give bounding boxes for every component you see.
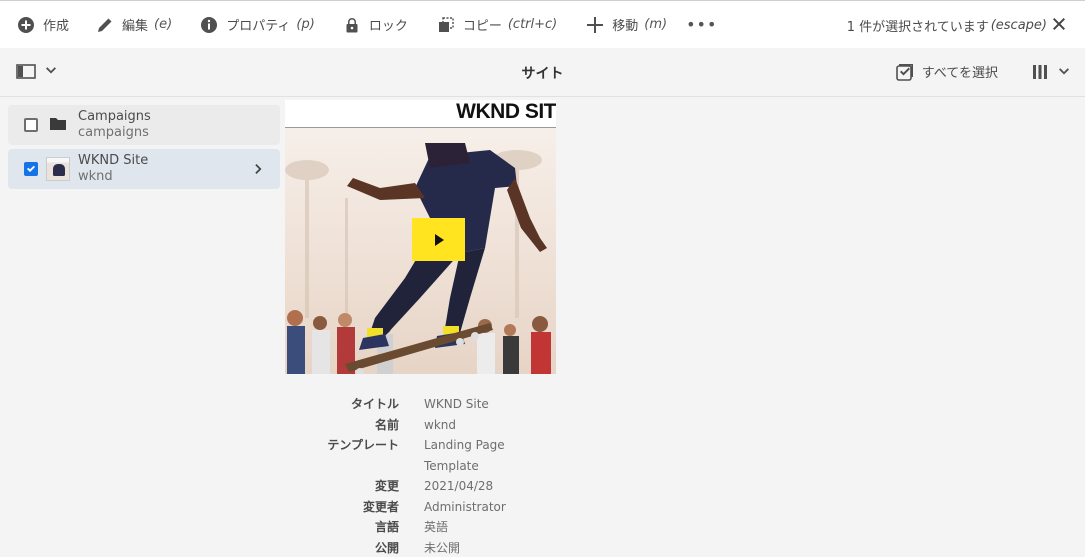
lock-button[interactable]: ロック bbox=[315, 1, 408, 49]
metadata-row-title: タイトル WKND Site bbox=[285, 394, 585, 415]
properties-shortcut: (p) bbox=[296, 17, 315, 32]
create-label: 作成 bbox=[43, 19, 70, 34]
list-item-campaigns[interactable]: Campaigns campaigns bbox=[8, 105, 280, 145]
metadata-value: wknd bbox=[424, 417, 456, 432]
metadata-label: テンプレート bbox=[327, 438, 399, 452]
info-icon bbox=[201, 16, 218, 33]
metadata-value: 英語 bbox=[424, 520, 449, 534]
item-title: Campaigns bbox=[78, 109, 151, 124]
play-video-button[interactable] bbox=[412, 218, 465, 261]
view-switcher-button[interactable] bbox=[1031, 63, 1071, 81]
column-list: Campaigns campaigns WKND Site wknd bbox=[8, 105, 280, 193]
copy-icon bbox=[438, 16, 454, 32]
edit-label: 編集 bbox=[122, 19, 149, 34]
preview-header: WKND SIT bbox=[285, 100, 556, 128]
item-name: wknd bbox=[78, 169, 113, 184]
lock-icon bbox=[346, 17, 358, 32]
create-button[interactable]: 作成 bbox=[0, 1, 69, 49]
preview-brand-text: WKND SIT bbox=[456, 100, 556, 123]
metadata-row-modified-by: 変更者 Administrator bbox=[285, 497, 585, 518]
checkmark-icon bbox=[27, 165, 35, 172]
add-circle-icon bbox=[18, 16, 34, 33]
copy-button[interactable]: コピー (ctrl+c) bbox=[408, 1, 557, 49]
metadata-value: Administrator bbox=[424, 499, 506, 514]
selection-shortcut: (escape) bbox=[990, 17, 1047, 33]
select-all-label: すべてを選択 bbox=[921, 66, 998, 81]
metadata-row-modified: 変更 2021/04/28 bbox=[285, 476, 585, 497]
item-title: WKND Site bbox=[78, 153, 149, 168]
action-bar: 作成 編集 (e) プロパティ (p) ロック コピー (ctrl+c) 移動 … bbox=[0, 0, 1085, 48]
metadata-value: 2021/04/28 bbox=[424, 479, 494, 493]
select-all-button[interactable]: すべてを選択 bbox=[895, 62, 998, 81]
view-bar: サイト すべてを選択 bbox=[0, 48, 1085, 97]
more-actions-button[interactable]: ••• bbox=[667, 1, 717, 49]
edit-button[interactable]: 編集 (e) bbox=[69, 1, 172, 49]
metadata-value: 未公開 bbox=[424, 540, 461, 555]
item-checkbox[interactable] bbox=[24, 118, 38, 132]
chevron-right-icon[interactable] bbox=[252, 161, 266, 180]
copy-label: コピー bbox=[462, 19, 502, 34]
item-checkbox-checked[interactable] bbox=[24, 162, 38, 176]
metadata-label: 変更者 bbox=[362, 499, 399, 514]
more-dots-icon: ••• bbox=[686, 15, 718, 34]
move-button[interactable]: 移動 (m) bbox=[557, 1, 667, 49]
metadata-panel: タイトル WKND Site 名前 wknd テンプレート Landing Pa… bbox=[285, 394, 585, 557]
pencil-icon bbox=[98, 18, 112, 32]
edit-shortcut: (e) bbox=[154, 17, 173, 32]
preview-image: WKND SIT bbox=[285, 100, 556, 374]
selection-status: 1 件が選択されています (escape) bbox=[847, 1, 1047, 49]
lock-label: ロック bbox=[368, 19, 408, 34]
metadata-row-template: テンプレート Landing Page Template bbox=[285, 435, 585, 476]
metadata-row-published: 公開 未公開 bbox=[285, 538, 585, 557]
move-label: 移動 bbox=[612, 19, 639, 34]
metadata-row-language: 言語 英語 bbox=[285, 517, 585, 538]
metadata-label: 言語 bbox=[374, 520, 399, 534]
column-view-icon bbox=[1033, 65, 1047, 79]
selection-count-text: 1 件が選択されています bbox=[846, 19, 989, 35]
metadata-label: 名前 bbox=[374, 417, 399, 432]
site-thumbnail bbox=[46, 157, 70, 181]
metadata-value: Landing Page Template bbox=[424, 438, 505, 473]
metadata-label: タイトル bbox=[350, 397, 399, 411]
close-icon bbox=[1053, 18, 1065, 30]
move-icon bbox=[587, 16, 604, 33]
move-shortcut: (m) bbox=[644, 17, 668, 32]
close-selection-button[interactable] bbox=[1051, 16, 1069, 34]
chevron-down-icon bbox=[1059, 68, 1069, 75]
metadata-label: 変更 bbox=[374, 479, 399, 493]
properties-button[interactable]: プロパティ (p) bbox=[172, 1, 315, 49]
play-icon bbox=[434, 233, 444, 246]
metadata-value: WKND Site bbox=[424, 397, 489, 411]
list-item-wknd-site[interactable]: WKND Site wknd bbox=[8, 149, 280, 189]
checkbox-select-all-icon bbox=[895, 63, 913, 81]
folder-icon bbox=[50, 118, 66, 130]
copy-shortcut: (ctrl+c) bbox=[507, 17, 558, 32]
metadata-label: 公開 bbox=[374, 540, 399, 555]
metadata-row-name: 名前 wknd bbox=[285, 415, 585, 436]
item-name: campaigns bbox=[78, 125, 149, 140]
properties-label: プロパティ bbox=[226, 19, 291, 34]
